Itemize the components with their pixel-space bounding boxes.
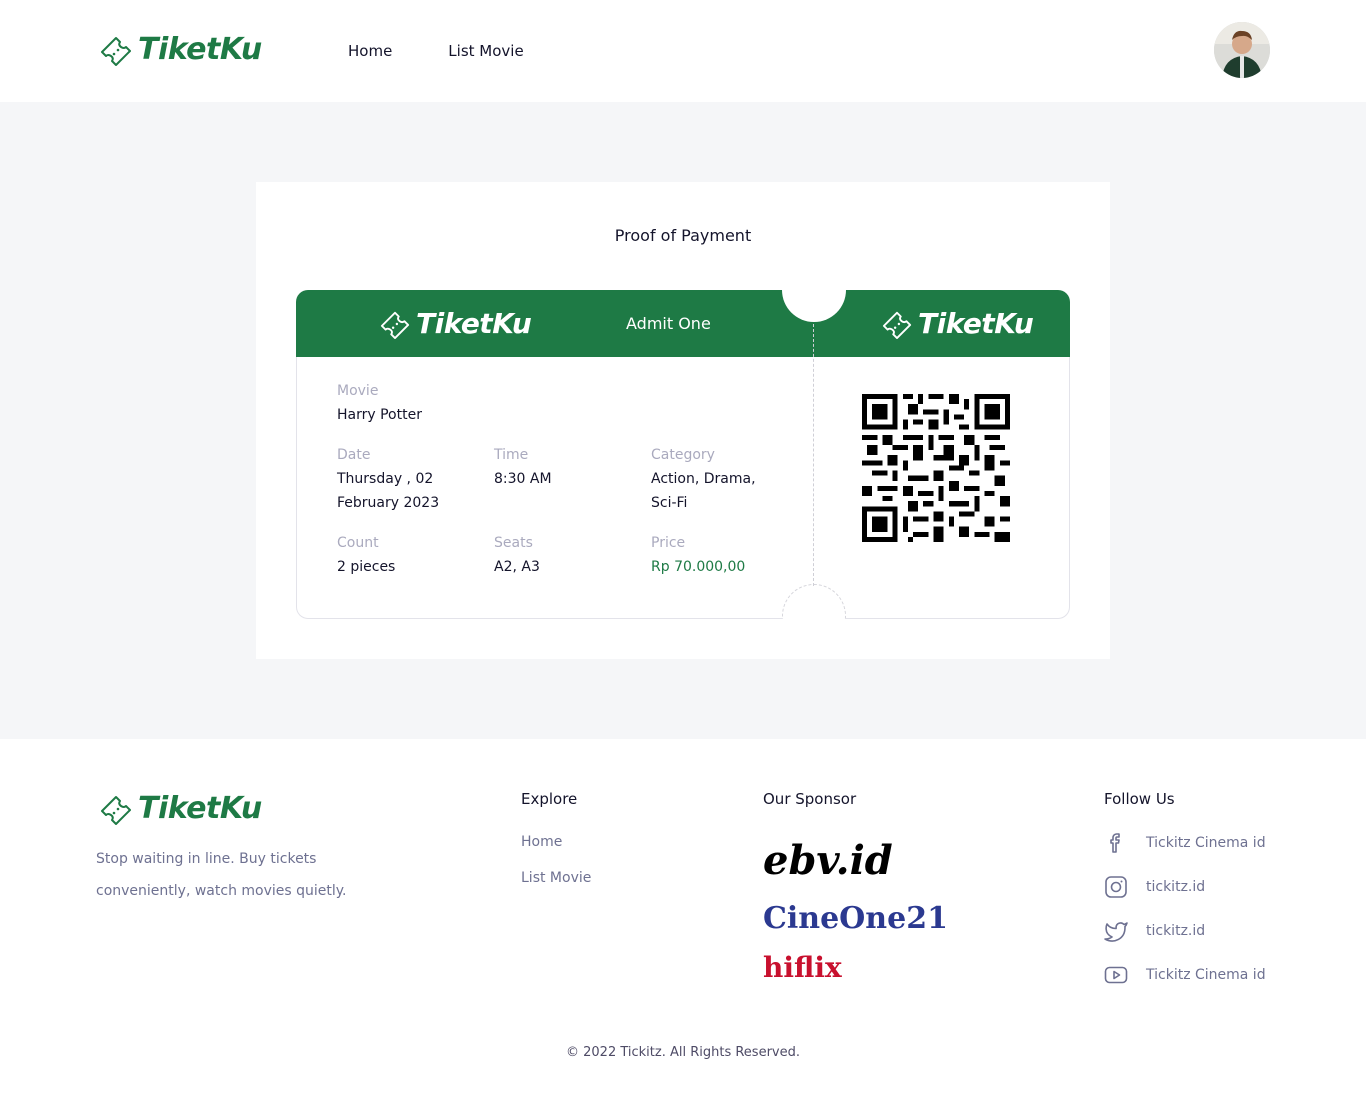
- field-label: Time: [494, 447, 529, 463]
- time-value: 8:30 AM: [494, 471, 552, 487]
- field-label: Price: [651, 535, 686, 551]
- movie-field: Movie Harry Potter: [337, 379, 422, 427]
- ticket-brand-logo-stub: TiketKu: [880, 307, 1034, 340]
- youtube-icon: [1104, 966, 1128, 984]
- category-value-line2: Sci-Fi: [651, 495, 688, 511]
- tagline-line2: conveniently, watch movies quietly.: [96, 883, 347, 899]
- footer-brand-logo[interactable]: TiketKu: [98, 791, 262, 826]
- brand-name: TiketKu: [138, 32, 262, 67]
- field-label: Count: [337, 535, 379, 551]
- ticket-icon: [380, 311, 410, 339]
- social-instagram[interactable]: tickitz.id: [1104, 875, 1205, 899]
- ticket-icon: [101, 795, 131, 825]
- sponsor-title: Our Sponsor: [763, 790, 857, 808]
- twitter-icon: [1104, 922, 1128, 942]
- tagline-line1: Stop waiting in line. Buy tickets: [96, 851, 317, 867]
- main-content: Proof of Payment TiketKu Admit One Tiket…: [0, 102, 1366, 739]
- date-value-line2: February 2023: [337, 495, 440, 511]
- user-avatar-icon: [1214, 22, 1270, 78]
- footer-tagline: Stop waiting in line. Buy tickets conven…: [96, 843, 396, 907]
- payment-card: Proof of Payment TiketKu Admit One Tiket…: [256, 182, 1110, 659]
- category-value-line1: Action, Drama,: [651, 471, 756, 487]
- price-field: Price Rp 70.000,00: [651, 531, 745, 579]
- ticket: TiketKu Admit One TiketKu Movie Harry Po…: [296, 258, 1070, 659]
- sponsor-hiflix: hiflix: [763, 951, 842, 984]
- footer-link-home[interactable]: Home: [521, 834, 562, 850]
- ticket-icon: [101, 36, 131, 66]
- seats-value: A2, A3: [494, 559, 540, 575]
- brand-name: TiketKu: [138, 791, 262, 826]
- copyright: © 2022 Tickitz. All Rights Reserved.: [566, 1045, 800, 1060]
- ticket-divider: [813, 324, 814, 586]
- ticket-notch-top: [782, 258, 846, 322]
- nav-home[interactable]: Home: [348, 42, 392, 60]
- sponsor-cineone21: CineOne21: [763, 901, 948, 936]
- field-label: Date: [337, 447, 371, 463]
- brand-logo[interactable]: TiketKu: [98, 32, 262, 67]
- page-title: Proof of Payment: [614, 226, 752, 245]
- ticket-icon: [882, 311, 912, 339]
- main-nav: Home List Movie: [348, 42, 524, 60]
- time-field: Time 8:30 AM: [494, 443, 552, 491]
- field-label: Seats: [494, 535, 533, 551]
- field-label: Category: [651, 447, 715, 463]
- social-twitter[interactable]: tickitz.id: [1104, 919, 1205, 943]
- admit-label: Admit One: [626, 314, 711, 333]
- instagram-icon: [1105, 876, 1127, 898]
- movie-title: Harry Potter: [337, 407, 422, 423]
- nav-list-movie[interactable]: List Movie: [448, 42, 523, 60]
- footer-link-list-movie[interactable]: List Movie: [521, 870, 591, 886]
- social-label: Tickitz Cinema id: [1146, 835, 1266, 851]
- sponsor-ebvid: ebv.id: [763, 837, 893, 884]
- category-field: Category Action, Drama, Sci-Fi: [651, 443, 756, 515]
- explore-title: Explore: [521, 790, 578, 808]
- social-label: tickitz.id: [1146, 923, 1206, 939]
- qr-code-icon: [862, 394, 1010, 542]
- facebook-icon: [1110, 833, 1120, 853]
- follow-title: Follow Us: [1104, 790, 1175, 808]
- brand-name: TiketKu: [416, 307, 532, 340]
- social-youtube[interactable]: Tickitz Cinema id: [1104, 963, 1266, 987]
- social-label: tickitz.id: [1146, 879, 1206, 895]
- field-label: Movie: [337, 383, 379, 399]
- social-facebook[interactable]: Tickitz Cinema id: [1104, 831, 1266, 855]
- notch-cover: [776, 619, 852, 659]
- date-field: Date Thursday , 02 February 2023: [337, 443, 439, 515]
- brand-name: TiketKu: [918, 307, 1034, 340]
- seats-field: Seats A2, A3: [494, 531, 540, 579]
- date-value-line1: Thursday , 02: [337, 471, 434, 487]
- price-value: Rp 70.000,00: [651, 559, 746, 575]
- avatar[interactable]: [1214, 22, 1270, 78]
- ticket-brand-logo: TiketKu: [378, 307, 532, 340]
- footer: TiketKu Stop waiting in line. Buy ticket…: [0, 739, 1366, 1111]
- social-label: Tickitz Cinema id: [1146, 967, 1266, 983]
- ticket-header: TiketKu Admit One TiketKu: [296, 290, 1070, 357]
- count-value: 2 pieces: [337, 559, 396, 575]
- header: TiketKu Home List Movie: [0, 0, 1366, 102]
- count-field: Count 2 pieces: [337, 531, 395, 579]
